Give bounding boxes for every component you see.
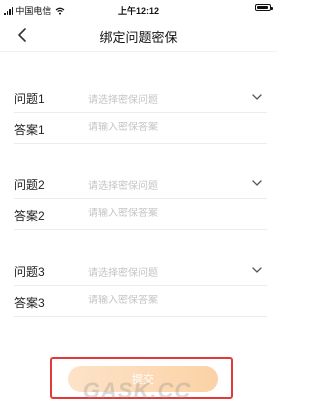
nav-bar: 绑定问题密保 <box>0 20 277 50</box>
nav-divider <box>0 51 277 52</box>
divider <box>14 143 267 144</box>
question-1-row[interactable]: 问题1 请选择密保问题 <box>0 82 277 112</box>
page-title: 绑定问题密保 <box>99 30 178 45</box>
answer-1-input[interactable] <box>88 122 238 133</box>
divider <box>14 229 267 230</box>
question-3-label: 问题3 <box>14 265 45 279</box>
back-button[interactable] <box>10 23 34 47</box>
answer-3-input[interactable] <box>88 295 238 306</box>
battery-level <box>257 6 268 9</box>
question-3-row[interactable]: 问题3 请选择密保问题 <box>0 255 277 285</box>
question-2-row[interactable]: 问题2 请选择密保问题 <box>0 168 277 198</box>
answer-1-label: 答案1 <box>14 123 45 137</box>
answer-3-label: 答案3 <box>14 296 45 310</box>
battery-icon <box>255 4 273 11</box>
question-3-select[interactable]: 请选择密保问题 <box>88 264 238 279</box>
answer-2-label: 答案2 <box>14 209 45 223</box>
question-1-label: 问题1 <box>14 92 45 106</box>
status-bar: 中国电信 上午12:12 <box>0 0 277 20</box>
question-2-select[interactable]: 请选择密保问题 <box>88 177 238 192</box>
question-2-label: 问题2 <box>14 178 45 192</box>
submit-button[interactable]: 提交 <box>68 366 218 392</box>
chevron-down-icon <box>252 94 262 100</box>
status-time: 上午12:12 <box>117 6 160 16</box>
divider <box>14 316 267 317</box>
answer-2-input[interactable] <box>88 208 238 219</box>
question-1-select[interactable]: 请选择密保问题 <box>88 91 238 106</box>
chevron-left-icon <box>18 28 26 42</box>
chevron-down-icon <box>252 180 262 186</box>
highlight-box: 提交 <box>50 357 233 399</box>
answer-3-row: 答案3 <box>0 286 277 316</box>
chevron-down-icon <box>252 267 262 273</box>
answer-1-row: 答案1 <box>0 113 277 143</box>
answer-2-row: 答案2 <box>0 199 277 229</box>
status-right <box>255 4 273 11</box>
